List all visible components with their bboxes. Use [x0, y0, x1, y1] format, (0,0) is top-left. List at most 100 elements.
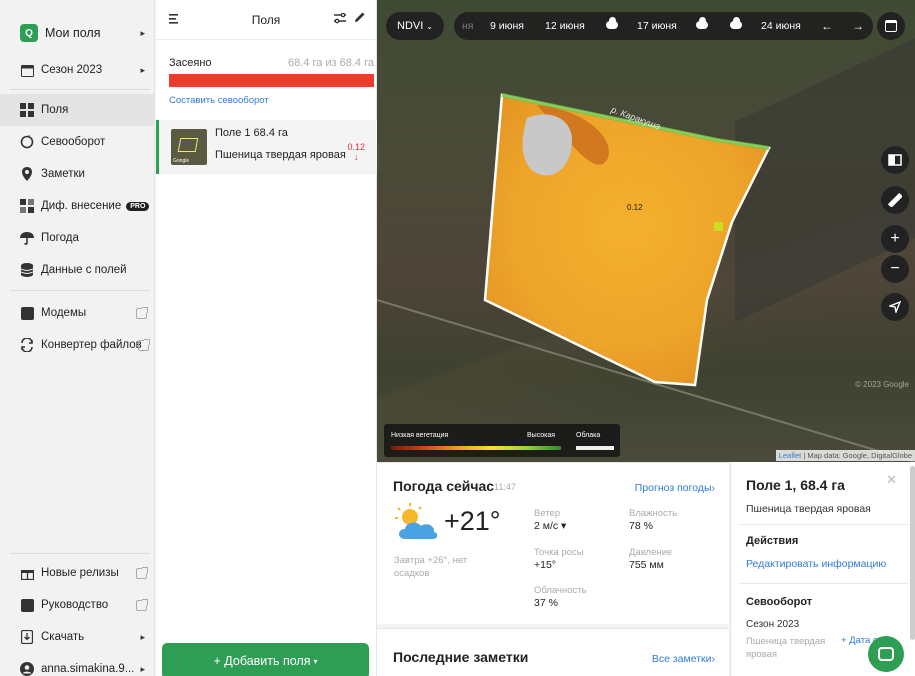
index-selector-label: NDVI — [397, 20, 424, 32]
divider — [739, 524, 909, 525]
create-rotation-link[interactable]: Составить севооборот — [169, 95, 269, 106]
sidebar-item-modems[interactable]: Модемы — [0, 297, 155, 329]
sidebar-item-converter[interactable]: Конвертер файлов — [0, 329, 155, 361]
date-timeline: ня 9 июня 12 июня 17 июня 24 июня ← → — [454, 12, 873, 40]
sidebar-item-guide[interactable]: Руководство — [0, 589, 155, 621]
cloud-icon — [730, 17, 742, 29]
all-notes-link[interactable]: Все заметки› — [652, 653, 715, 665]
chevron-right-icon: ▸ — [140, 631, 145, 642]
field-crop: Пшеница твердая яровая — [215, 149, 346, 161]
calendar-button[interactable] — [877, 12, 905, 40]
field-list-item[interactable]: Google Поле 1 68.4 га Пшеница твердая яр… — [156, 120, 377, 174]
sown-progress-fill — [169, 74, 374, 87]
rotation-icon — [20, 135, 34, 149]
ruler-button[interactable] — [881, 186, 909, 214]
cloudiness-value: 37 % — [534, 597, 558, 609]
sidebar-item-rotation[interactable]: Севооборот — [0, 126, 155, 158]
rotation-title: Севооборот — [746, 596, 813, 608]
date-partial[interactable]: ня — [462, 20, 473, 32]
sidebar-item-new-releases[interactable]: Новые релизы — [0, 557, 155, 589]
sidebar-item-my-fields[interactable]: Q Мои поля ▸ — [0, 17, 155, 49]
field-info-crop: Пшеница твердая яровая — [746, 503, 871, 515]
forecast-link[interactable]: Прогноз погоды› — [635, 482, 715, 494]
cloudiness-label: Облачность — [534, 585, 587, 596]
umbrella-icon — [20, 231, 34, 245]
sidebar-item-label: Сезон 2023 — [41, 64, 103, 76]
humidity-value: 78 % — [629, 520, 653, 532]
weather-time: 11:47 — [494, 482, 516, 492]
chat-icon — [878, 647, 894, 661]
date-item[interactable]: 9 июня — [490, 20, 524, 32]
external-link-icon — [136, 566, 148, 579]
sidebar-item-label: Данные с полей — [41, 264, 127, 276]
sidebar-item-label: Заметки — [41, 168, 85, 180]
close-icon[interactable]: ✕ — [886, 472, 897, 488]
add-fields-label: + Добавить поля — [213, 654, 311, 668]
leaflet-link[interactable]: Leaflet — [779, 451, 802, 460]
sown-amount: 68.4 га из 68.4 га — [287, 57, 374, 69]
add-fields-button[interactable]: + Добавить поля ▾ — [162, 643, 369, 676]
high-vegetation-spot — [714, 222, 723, 231]
map-copyright: © 2023 Google — [855, 380, 909, 389]
rotation-season: Сезон 2023 — [746, 619, 800, 630]
tomorrow-forecast: Завтра +26°, нет осадков — [394, 555, 468, 579]
locate-button[interactable] — [881, 293, 909, 321]
date-item[interactable]: 12 июня — [545, 20, 585, 32]
map-toolbar: NDVI ⌄ ня 9 июня 12 июня 17 июня 24 июня… — [377, 12, 915, 40]
legend-cloud-swatch — [576, 446, 614, 450]
chevron-right-icon: ▸ — [140, 64, 145, 75]
field-thumbnail: Google — [171, 129, 207, 165]
grid-map-icon — [20, 199, 34, 213]
sidebar-item-notes[interactable]: Заметки — [0, 158, 155, 190]
scrollbar[interactable] — [910, 466, 915, 640]
sidebar-item-label: Новые релизы — [41, 567, 119, 579]
compare-button[interactable] — [881, 146, 909, 174]
ruler-icon — [888, 193, 902, 207]
pro-badge: PRO — [126, 201, 150, 211]
map-attribution: Leaflet | Map data: Google, DigitalGlobe — [775, 450, 915, 461]
external-link-icon — [136, 598, 148, 611]
sidebar-item-label: Мои поля — [45, 26, 101, 40]
rotation-crop: Пшеница твердая яровая — [746, 636, 826, 660]
sidebar-item-fields[interactable]: Поля — [0, 94, 155, 126]
date-item[interactable]: 24 июня — [761, 20, 801, 32]
season-selector[interactable]: Сезон 2023 ▸ — [0, 54, 155, 86]
sidebar-item-download[interactable]: Скачать ▸ — [0, 621, 155, 653]
sidebar-item-variable-rate[interactable]: Диф. внесение PRO — [0, 190, 155, 222]
divider — [10, 89, 150, 90]
sidebar-item-weather[interactable]: Погода — [0, 222, 155, 254]
arrow-right-icon[interactable]: → — [852, 19, 864, 33]
arrow-left-icon[interactable]: ← — [821, 19, 833, 33]
notes-title: Последние заметки — [393, 649, 529, 665]
legend-clouds: Облака — [576, 432, 601, 439]
zoom-in-button[interactable]: + — [881, 225, 909, 253]
app-logo-icon: Q — [20, 24, 38, 42]
sidebar-item-label: Погода — [41, 232, 79, 244]
pin-icon — [20, 167, 34, 181]
sidebar-item-label: Конвертер файлов — [41, 339, 142, 351]
download-icon — [20, 630, 34, 644]
divider — [10, 553, 150, 554]
field-ndvi-overlay[interactable]: 0.12 — [377, 0, 915, 462]
avatar-icon — [20, 662, 34, 676]
ndvi-number: 0.12 — [347, 142, 365, 152]
pressure-label: Давление — [629, 547, 673, 558]
user-menu[interactable]: anna.simakina.9... ▸ — [0, 653, 155, 676]
sidebar-item-label: Севооборот — [41, 136, 106, 148]
field-outline — [177, 138, 199, 152]
map-view[interactable]: 0.12 р. Каракуша © 2023 Google NDVI ⌄ ня… — [377, 0, 915, 462]
pencil-icon[interactable] — [354, 11, 366, 26]
filter-icon[interactable] — [334, 12, 346, 27]
field-info-title: Поле 1, 68.4 га — [746, 477, 845, 493]
sort-menu-icon[interactable] — [169, 13, 181, 27]
chat-button[interactable] — [868, 636, 904, 672]
sidebar-item-field-data[interactable]: Данные с полей — [0, 254, 155, 286]
index-selector[interactable]: NDVI ⌄ — [386, 12, 444, 40]
fields-panel-header: Поля — [156, 0, 376, 40]
zoom-out-button[interactable]: − — [881, 255, 909, 283]
modem-icon — [20, 306, 34, 320]
map-data-text: | Map data: Google, DigitalGlobe — [801, 451, 912, 460]
current-temperature: +21° — [444, 506, 501, 536]
date-item[interactable]: 17 июня — [637, 20, 677, 32]
edit-info-link[interactable]: Редактировать информацию — [746, 558, 886, 570]
